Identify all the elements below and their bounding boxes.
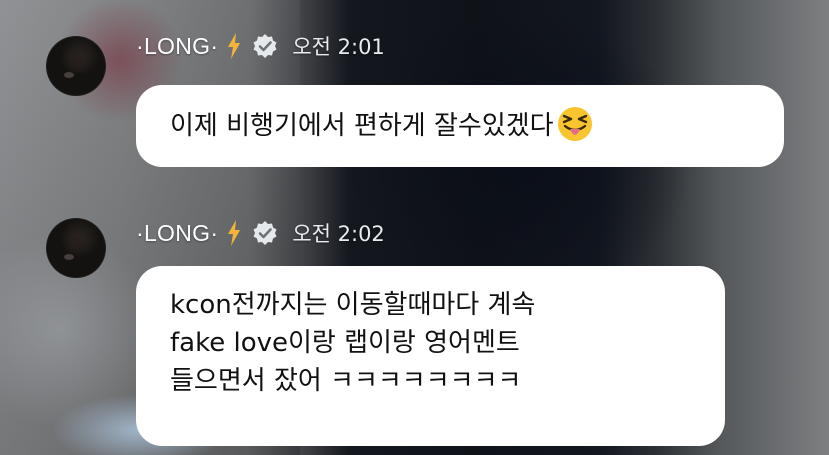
lightning-bolt-icon bbox=[228, 220, 241, 246]
lightning-bolt-icon bbox=[228, 33, 241, 59]
message-header: ·LONG· 오전 2:01 bbox=[136, 30, 385, 62]
message-timestamp: 오전 2:01 bbox=[292, 35, 385, 59]
squinting-face-with-tongue-icon bbox=[557, 107, 592, 141]
author-name[interactable]: ·LONG· bbox=[136, 33, 218, 60]
message-text-line: 들으면서 잤어 ㅋㅋㅋㅋㅋㅋㅋㅋ bbox=[170, 366, 522, 396]
message-text-line: fake love이랑 랩이랑 영어멘트 bbox=[170, 328, 520, 358]
message-text: 이제 비행기에서 편하게 잘수있겠다 bbox=[170, 111, 554, 141]
author-name[interactable]: ·LONG· bbox=[136, 220, 218, 247]
message-header: ·LONG· 오전 2:02 bbox=[136, 217, 385, 249]
verified-check-icon bbox=[253, 221, 277, 245]
message-text-line: kcon전까지는 이동할때마다 계속 bbox=[170, 290, 536, 320]
message-bubble[interactable]: 이제 비행기에서 편하게 잘수있겠다 bbox=[136, 85, 784, 167]
verified-check-icon bbox=[253, 34, 277, 58]
message-bubble[interactable]: kcon전까지는 이동할때마다 계속 fake love이랑 랩이랑 영어멘트 … bbox=[136, 266, 725, 446]
message-timestamp: 오전 2:02 bbox=[292, 222, 385, 246]
avatar[interactable] bbox=[46, 36, 106, 96]
avatar[interactable] bbox=[46, 218, 106, 278]
